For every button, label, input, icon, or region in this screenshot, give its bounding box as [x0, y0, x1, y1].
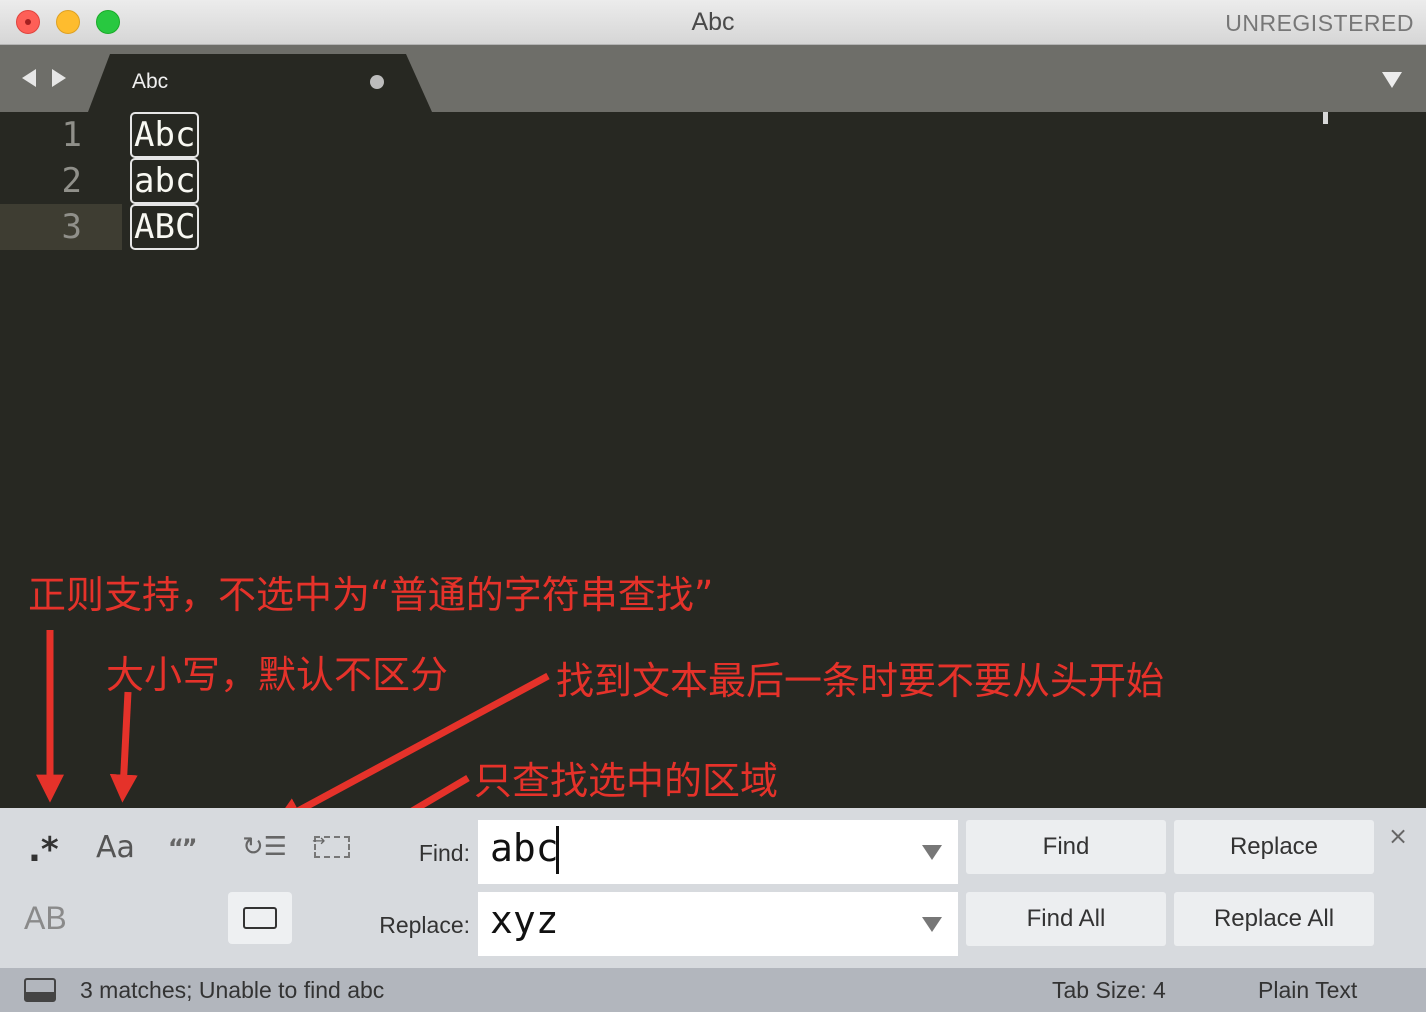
find-all-button[interactable]: Find All — [966, 892, 1166, 946]
find-replace-panel: .* Aa “” ↻☰ AB Find: abc Replace: xyz Fi… — [0, 808, 1426, 968]
in-selection-toggle-icon[interactable] — [312, 831, 350, 858]
close-panel-icon[interactable]: × — [1388, 822, 1408, 850]
case-sensitive-toggle-button[interactable]: Aa — [96, 830, 135, 865]
find-input[interactable]: abc — [478, 820, 958, 884]
replace-input[interactable]: xyz — [478, 892, 958, 956]
preserve-case-toggle-button[interactable]: AB — [24, 900, 67, 937]
find-input-value: abc — [490, 826, 559, 870]
wrap-toggle-button[interactable]: ↻☰ — [242, 832, 287, 862]
status-message: 3 matches; Unable to find abc — [80, 977, 385, 1003]
find-button[interactable]: Find — [966, 820, 1166, 874]
tab-size-selector[interactable]: Tab Size: 4 — [1052, 977, 1166, 1004]
find-label: Find: — [418, 840, 470, 866]
replace-all-button[interactable]: Replace All — [1174, 892, 1374, 946]
find-history-dropdown-icon[interactable] — [922, 845, 942, 860]
status-bar: 3 matches; Unable to find abc Tab Size: … — [0, 968, 1426, 1012]
replace-input-value: xyz — [490, 898, 559, 942]
replace-history-dropdown-icon[interactable] — [922, 917, 942, 932]
replace-button[interactable]: Replace — [1174, 820, 1374, 874]
arrow-wrap — [273, 672, 550, 824]
syntax-selector[interactable]: Plain Text — [1258, 977, 1357, 1004]
arrow-case — [109, 691, 138, 803]
show-panel-icon[interactable] — [24, 978, 56, 1002]
text-caret — [556, 826, 559, 874]
whole-word-toggle-button[interactable]: “” — [168, 834, 198, 862]
highlight-matches-toggle-icon[interactable] — [228, 892, 292, 944]
regex-toggle-button[interactable]: .* — [28, 830, 59, 870]
replace-label: Replace: — [379, 912, 470, 938]
